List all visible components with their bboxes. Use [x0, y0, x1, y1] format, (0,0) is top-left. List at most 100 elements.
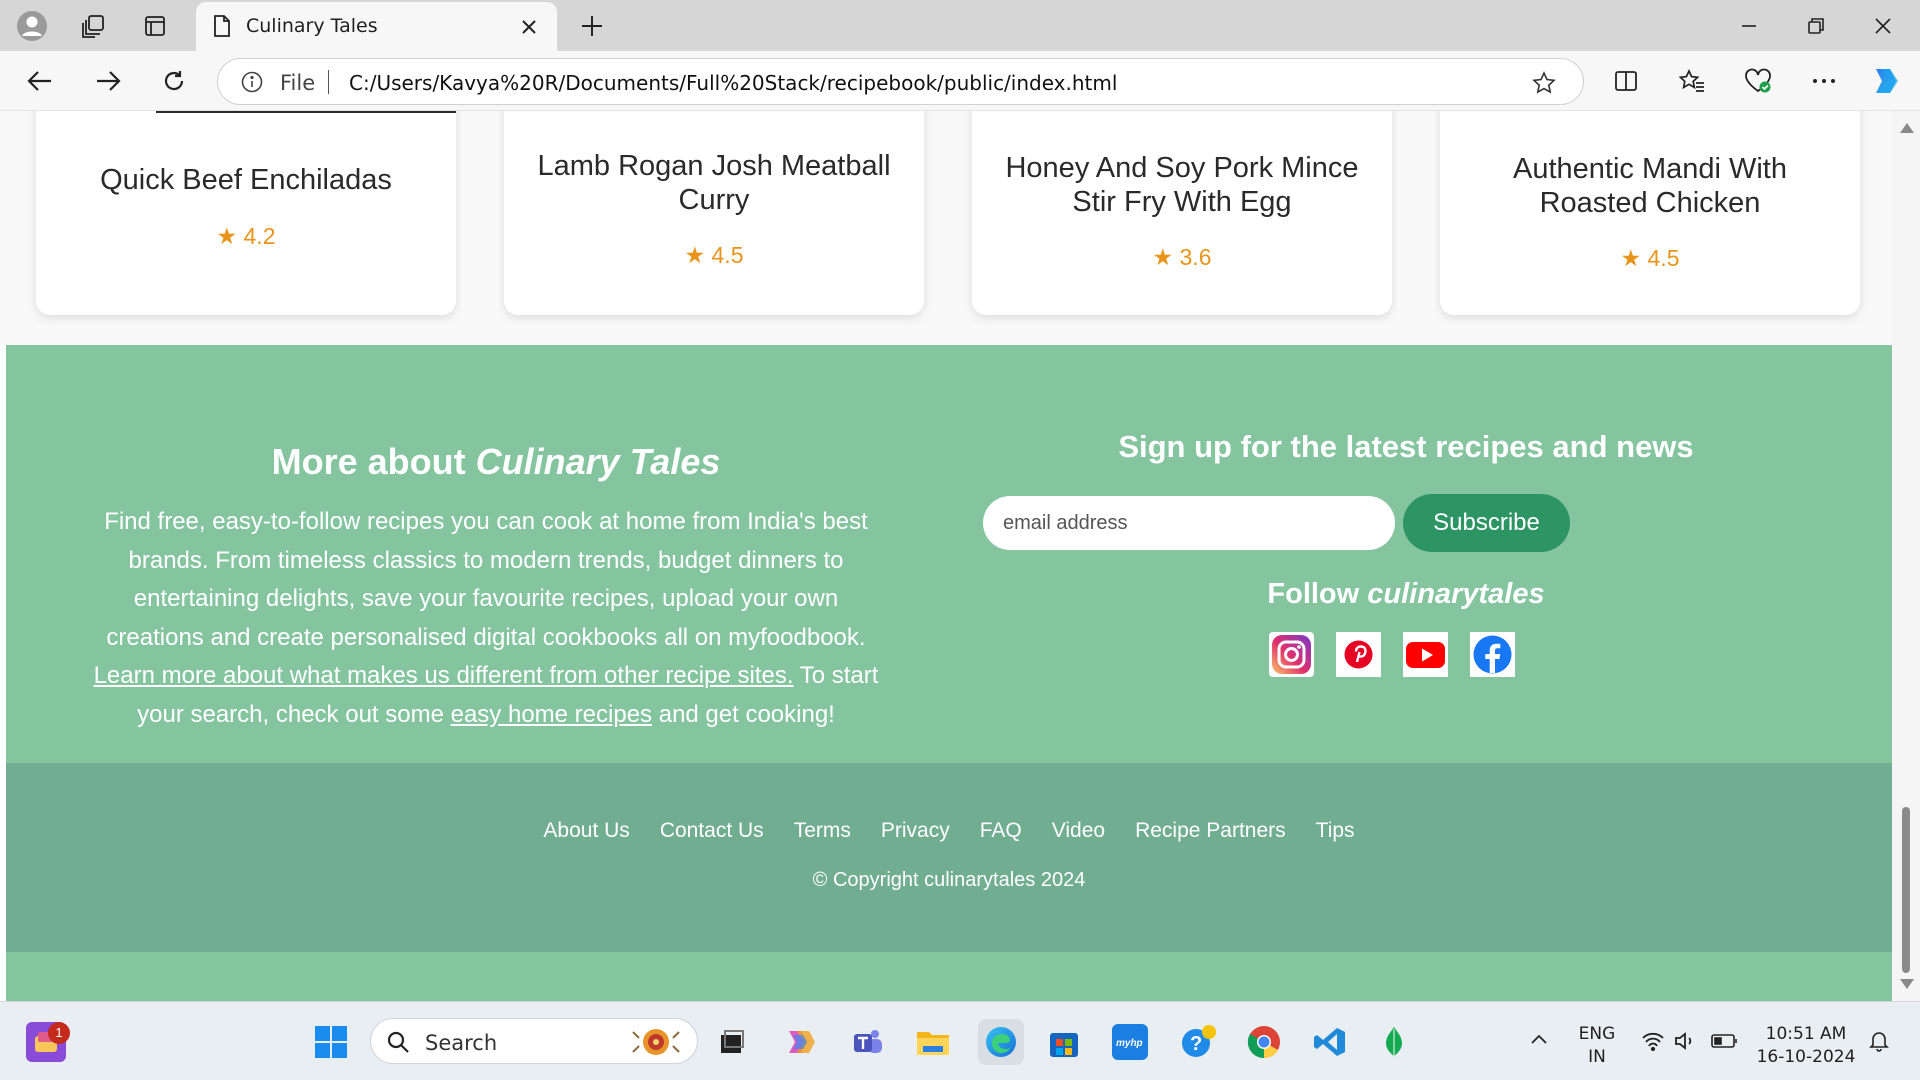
- recipe-title: Authentic Mandi With Roasted Chicken: [1512, 153, 1787, 219]
- back-icon[interactable]: [22, 63, 58, 99]
- footer-link-contact-us[interactable]: Contact Us: [660, 819, 764, 843]
- about-signup-section: More about Culinary Tales Find free, eas…: [6, 345, 1892, 763]
- about-title-brand: Culinary Tales: [475, 441, 721, 482]
- footer-link-video[interactable]: Video: [1052, 819, 1105, 843]
- footer-link-faq[interactable]: FAQ: [980, 819, 1022, 843]
- tab-culinary-tales[interactable]: Culinary Tales: [196, 2, 557, 51]
- refresh-icon[interactable]: [156, 63, 192, 99]
- myhp-icon[interactable]: myhp: [1112, 1024, 1148, 1060]
- page-bottom-strip: [6, 952, 1892, 1001]
- volume-icon[interactable]: [1672, 1028, 1698, 1054]
- new-tab-icon[interactable]: [574, 8, 610, 44]
- taskbar: 1 Search myhp ? ENG IN 10:51 AM 16-10-20…: [0, 1001, 1920, 1080]
- recipe-title: Quick Beef Enchiladas: [100, 164, 392, 196]
- recipe-card[interactable]: Lamb Rogan Josh Meatball Curry ★ 4.5: [504, 111, 924, 315]
- taskbar-search[interactable]: Search: [370, 1018, 698, 1064]
- search-highlight-icon: [623, 1023, 689, 1061]
- about-title: More about Culinary Tales: [36, 441, 956, 483]
- address-separator: [328, 70, 329, 94]
- recipe-card[interactable]: Quick Beef Enchiladas ★ 4.2: [36, 111, 456, 315]
- email-input[interactable]: [983, 496, 1395, 550]
- close-window-button[interactable]: [1850, 0, 1916, 51]
- copyright: © Copyright culinarytales 2024: [812, 869, 1086, 891]
- show-hidden-icons-icon[interactable]: [1528, 1028, 1550, 1050]
- language-secondary[interactable]: IN: [1574, 1047, 1620, 1067]
- page-viewport: Quick Beef Enchiladas ★ 4.2 Lamb Rogan J…: [0, 111, 1892, 1001]
- footer-link-about-us[interactable]: About Us: [543, 819, 629, 843]
- start-windows-icon[interactable]: [311, 1022, 351, 1062]
- scroll-up-arrow-icon[interactable]: [1900, 123, 1914, 133]
- footer-link-recipe-partners[interactable]: Recipe Partners: [1135, 819, 1286, 843]
- notifications-bell-icon[interactable]: [1866, 1028, 1892, 1054]
- footer: About Us Contact Us Terms Privacy FAQ Vi…: [6, 763, 1892, 952]
- footer-link-privacy[interactable]: Privacy: [881, 819, 950, 843]
- tab-actions-icon[interactable]: [137, 8, 173, 44]
- battery-icon[interactable]: [1710, 1028, 1740, 1054]
- chrome-icon[interactable]: [1244, 1022, 1284, 1062]
- recipe-title: Lamb Rogan Josh Meatball Curry: [537, 150, 891, 216]
- pinterest-icon[interactable]: [1336, 632, 1381, 677]
- recipe-rating: ★ 4.5: [1620, 245, 1680, 271]
- task-view-icon[interactable]: [712, 1022, 752, 1062]
- forward-icon[interactable]: [90, 63, 126, 99]
- address-bar[interactable]: File C:/Users/Kavya%20R/Documents/Full%2…: [217, 58, 1584, 105]
- mongodb-icon[interactable]: [1374, 1022, 1414, 1062]
- file-explorer-icon[interactable]: [913, 1022, 953, 1062]
- scroll-down-arrow-icon[interactable]: [1900, 979, 1914, 989]
- scrollbar-thumb[interactable]: [1902, 807, 1910, 973]
- copilot-icon[interactable]: [1866, 61, 1906, 101]
- clock-date[interactable]: 16-10-2024: [1756, 1047, 1856, 1067]
- notification-badge: 1: [48, 1022, 70, 1044]
- footer-link-tips[interactable]: Tips: [1316, 819, 1355, 843]
- get-help-icon[interactable]: ?: [1178, 1022, 1218, 1062]
- search-icon: [385, 1029, 411, 1055]
- address-scheme-label: File: [280, 71, 316, 95]
- favorite-star-icon[interactable]: [1530, 69, 1558, 97]
- more-options-icon[interactable]: [1806, 63, 1842, 99]
- easy-home-recipes-link[interactable]: easy home recipes: [451, 701, 652, 728]
- workspaces-icon[interactable]: [76, 8, 112, 44]
- recipe-card[interactable]: Authentic Mandi With Roasted Chicken ★ 4…: [1440, 111, 1860, 315]
- teams-icon[interactable]: [848, 1022, 888, 1062]
- profile-icon[interactable]: [14, 8, 50, 44]
- follow-handle: culinarytales: [1367, 578, 1545, 610]
- about-text-part: Find free, easy-to-follow recipes you ca…: [104, 508, 868, 651]
- edge-taskbar-icon[interactable]: [978, 1019, 1024, 1065]
- recipe-rating: ★ 4.5: [684, 242, 744, 268]
- recipe-rating: ★ 4.2: [216, 223, 276, 249]
- restore-button[interactable]: [1783, 0, 1849, 51]
- microsoft-store-icon[interactable]: [1044, 1022, 1084, 1062]
- browser-essentials-icon[interactable]: [1740, 63, 1776, 99]
- browser-tabstrip: Culinary Tales: [0, 0, 1920, 51]
- wifi-icon[interactable]: [1640, 1028, 1666, 1054]
- close-tab-icon[interactable]: [516, 14, 542, 40]
- info-icon[interactable]: [240, 70, 264, 94]
- split-screen-icon[interactable]: [1608, 63, 1644, 99]
- page-icon: [210, 14, 234, 38]
- favorites-icon[interactable]: [1674, 63, 1710, 99]
- about-title-prefix: More about: [271, 441, 476, 482]
- language-primary[interactable]: ENG: [1574, 1024, 1620, 1044]
- recipe-card[interactable]: Honey And Soy Pork Mince Stir Fry With E…: [972, 111, 1392, 315]
- taskbar-search-label: Search: [425, 1031, 498, 1055]
- minimize-button[interactable]: [1716, 0, 1782, 51]
- address-url[interactable]: C:/Users/Kavya%20R/Documents/Full%20Stac…: [349, 71, 1117, 95]
- svg-text:?: ?: [1190, 1033, 1202, 1055]
- learn-more-link[interactable]: Learn more about what makes us different…: [94, 662, 794, 689]
- page-scrollbar[interactable]: [1892, 111, 1920, 1001]
- copilot-taskbar-icon[interactable]: [780, 1022, 820, 1062]
- youtube-icon[interactable]: [1403, 632, 1448, 677]
- tab-title: Culinary Tales: [246, 15, 378, 37]
- recipe-image-edge: [156, 111, 456, 113]
- subscribe-button[interactable]: Subscribe: [1403, 494, 1570, 552]
- svg-text:myhp: myhp: [1116, 1038, 1143, 1049]
- signup-title: Sign up for the latest recipes and news: [1118, 429, 1694, 464]
- footer-link-terms[interactable]: Terms: [794, 819, 851, 843]
- browser-toolbar: File C:/Users/Kavya%20R/Documents/Full%2…: [0, 51, 1920, 111]
- facebook-icon[interactable]: [1470, 632, 1515, 677]
- clock-time[interactable]: 10:51 AM: [1756, 1024, 1856, 1044]
- about-text-part: and get cooking!: [652, 700, 835, 728]
- vscode-icon[interactable]: [1310, 1022, 1350, 1062]
- follow-title: Follow culinarytales: [936, 578, 1876, 611]
- instagram-icon[interactable]: [1269, 632, 1314, 677]
